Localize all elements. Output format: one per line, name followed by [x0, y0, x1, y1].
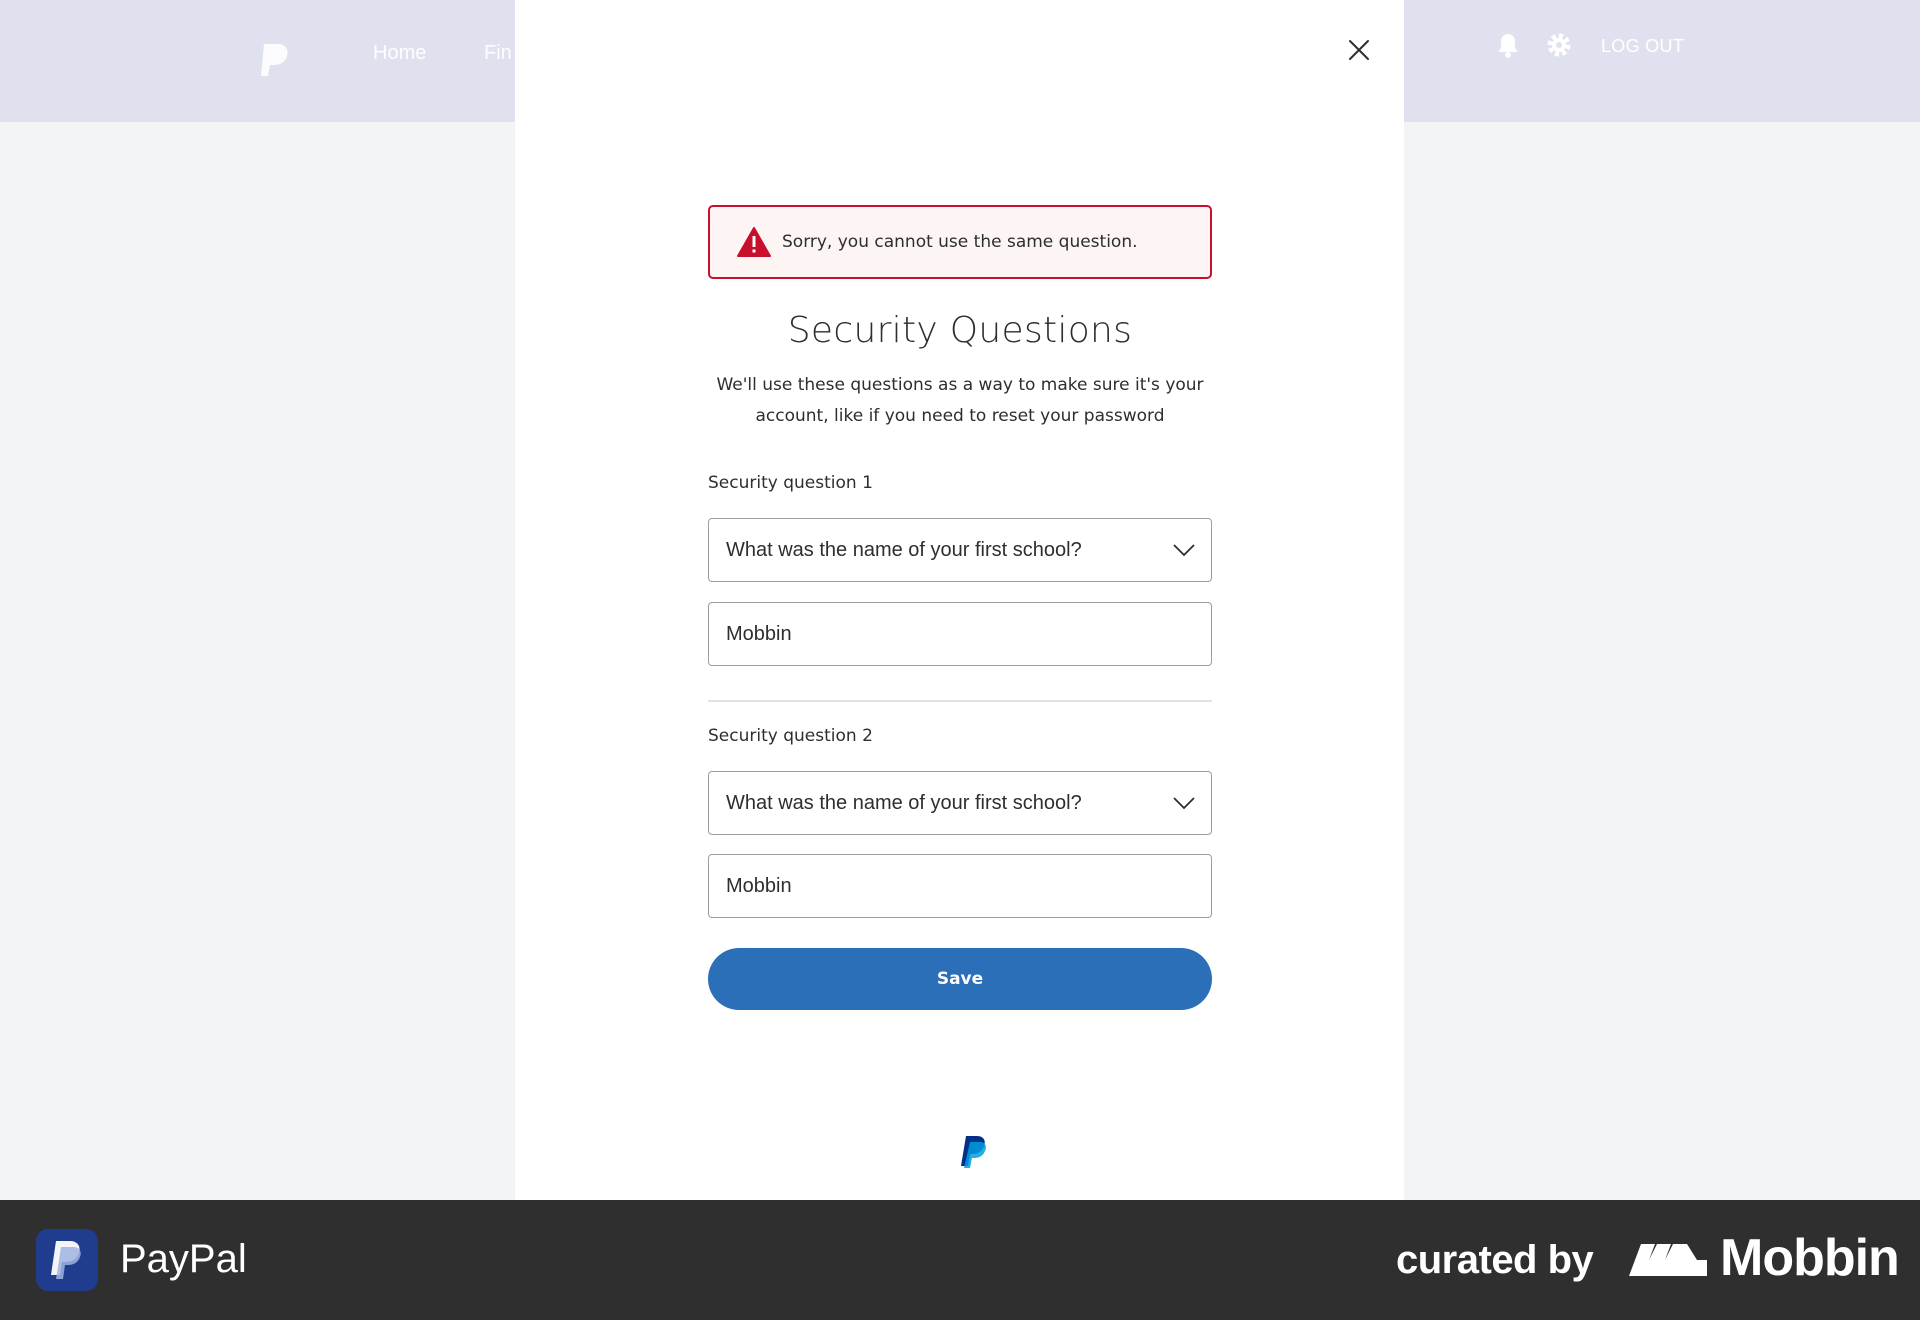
bell-icon[interactable] — [1496, 32, 1520, 58]
security-question-2-select[interactable]: What was the name of your first school? — [708, 771, 1212, 835]
chevron-down-icon — [1173, 544, 1195, 557]
paypal-logo-icon — [261, 44, 288, 76]
nav-find-link[interactable]: Fin — [484, 42, 512, 65]
logout-link[interactable]: LOG OUT — [1601, 36, 1684, 57]
nav-home-link[interactable]: Home — [373, 42, 426, 65]
security-question-2-label: Security question 2 — [708, 726, 873, 746]
subtitle-line-2: account, like if you need to reset your … — [755, 406, 1165, 426]
security-question-2-value: What was the name of your first school? — [726, 791, 1082, 814]
security-answer-2-value: Mobbin — [726, 874, 792, 897]
security-questions-modal — [515, 0, 1404, 1200]
security-question-1-label: Security question 1 — [708, 473, 873, 493]
page-title: Security Questions — [787, 310, 1133, 351]
security-answer-1-input[interactable]: Mobbin — [708, 602, 1212, 666]
app-name: PayPal — [120, 1237, 247, 1281]
save-button[interactable]: Save — [708, 948, 1212, 1010]
subtitle-line-1: We'll use these questions as a way to ma… — [716, 375, 1204, 395]
security-question-1-select[interactable]: What was the name of your first school? — [708, 518, 1212, 582]
gear-icon[interactable] — [1546, 32, 1572, 58]
paypal-logo-icon — [961, 1136, 986, 1168]
mobbin-wordmark: Mobbin — [1720, 1229, 1900, 1287]
close-icon[interactable] — [1343, 34, 1375, 66]
error-alert: Sorry, you cannot use the same question. — [708, 205, 1212, 279]
curated-by-label: curated by — [1396, 1238, 1594, 1282]
security-answer-2-input[interactable]: Mobbin — [708, 854, 1212, 918]
chevron-down-icon — [1173, 797, 1195, 810]
page-subtitle: We'll use these questions as a way to ma… — [700, 370, 1220, 432]
warning-triangle-icon — [737, 227, 771, 257]
paypal-app-icon — [36, 1229, 98, 1291]
section-divider — [708, 700, 1212, 702]
security-question-1-value: What was the name of your first school? — [726, 538, 1082, 561]
paypal-logo-icon — [51, 1241, 81, 1279]
security-answer-1-value: Mobbin — [726, 622, 792, 645]
error-message: Sorry, you cannot use the same question. — [782, 232, 1138, 252]
mobbin-logo-icon — [1629, 1244, 1707, 1276]
